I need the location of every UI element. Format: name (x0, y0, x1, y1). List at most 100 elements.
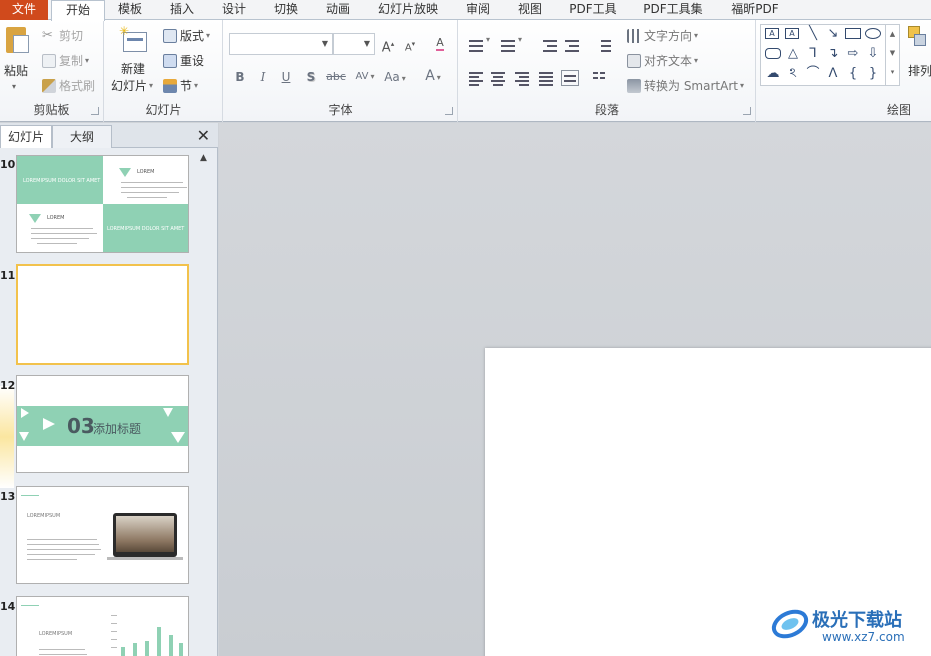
tab-slideshow[interactable]: 幻灯片放映 (370, 0, 446, 20)
close-icon[interactable]: ✕ (197, 126, 210, 145)
numbering-dropdown-icon[interactable]: ▾ (518, 35, 522, 44)
paste-dropdown-icon[interactable]: ▾ (12, 82, 16, 91)
tab-slides[interactable]: 幻灯片 (0, 125, 52, 148)
freeform-shape-icon[interactable]: ঽ (785, 67, 801, 81)
slide-thumbnail-12[interactable]: 03 添加标题 (16, 375, 189, 473)
paragraph-label: 段落 (594, 103, 619, 117)
curve-shape-icon[interactable]: ᐱ (825, 67, 841, 81)
right-arrow-shape-icon[interactable]: ⇨ (845, 47, 861, 61)
triangle-icon (171, 432, 185, 443)
tab-review[interactable]: 审阅 (456, 0, 500, 20)
grow-font-button[interactable]: A▴ (378, 35, 398, 55)
shapes-gallery[interactable]: A A ╲ ↘ △ ⅂ ↴ ⇨ ⇩ ☁ ঽ ⌒ ᐱ { } ▲ ▼ ▾ (760, 24, 900, 86)
bullets-dropdown-icon[interactable]: ▾ (486, 35, 490, 44)
line-shape-icon[interactable]: ╲ (805, 27, 821, 41)
oval-shape-icon[interactable] (865, 28, 881, 39)
tab-home[interactable]: 开始 (51, 0, 105, 21)
slide-thumbnail-11[interactable] (16, 264, 189, 365)
paragraph-launcher-icon[interactable] (743, 107, 751, 115)
new-slide-dropdown[interactable]: 幻灯片 ▾ (111, 77, 153, 94)
clear-format-button[interactable]: A (430, 34, 450, 52)
tab-pdf-tools[interactable]: PDF工具 (562, 0, 624, 20)
slides-label: 幻灯片 (145, 103, 182, 117)
new-slide-icon[interactable]: ✳ (119, 25, 149, 54)
decrease-indent-button[interactable] (541, 37, 559, 53)
scroll-up-icon[interactable]: ▲ (200, 153, 207, 163)
arrow-line-shape-icon[interactable]: ↘ (825, 27, 841, 41)
tab-foxit-pdf[interactable]: 福昕PDF (722, 0, 788, 20)
align-center-button[interactable] (489, 70, 507, 86)
reset-button[interactable]: 重设 (163, 52, 204, 69)
distribute-button[interactable] (561, 70, 579, 86)
change-case-button[interactable]: Aa ▾ (382, 68, 408, 86)
line-spacing-button[interactable] (595, 37, 613, 53)
left-brace-shape-icon[interactable]: { (845, 67, 861, 81)
bar (133, 643, 137, 656)
tab-template[interactable]: 模板 (108, 0, 152, 20)
arrange-button[interactable]: 排列 (908, 62, 931, 79)
down-arrow-shape-icon[interactable]: ⇩ (865, 47, 881, 61)
gallery-scroll[interactable]: ▲ ▼ ▾ (885, 25, 899, 85)
elbow-connector-shape-icon[interactable]: ⅂ (805, 47, 821, 61)
align-right-button[interactable] (513, 70, 531, 86)
cut-button[interactable]: ✂ 剪切 (42, 27, 83, 44)
tab-file[interactable]: 文件 (0, 0, 48, 20)
axis-tick (111, 631, 117, 632)
strikethrough-button[interactable]: abc (324, 68, 348, 86)
tab-insert[interactable]: 插入 (160, 0, 204, 20)
tab-transitions[interactable]: 切换 (264, 0, 308, 20)
slide-thumbnail-13[interactable]: LOREMIPSUM (16, 486, 189, 584)
elbow-arrow-shape-icon[interactable]: ↴ (825, 47, 841, 61)
numbering-button[interactable] (499, 37, 517, 53)
bullets-button[interactable] (467, 37, 485, 53)
text-line (121, 187, 187, 188)
triangle-icon (21, 408, 29, 418)
slide-thumbnail-14[interactable]: LOREMIPSUM (16, 596, 189, 656)
chevron-down-icon[interactable]: ▼ (318, 34, 332, 54)
shrink-font-button[interactable]: A▾ (400, 35, 420, 53)
vertical-textbox-shape-icon[interactable]: A (785, 28, 799, 39)
arrange-icon[interactable] (906, 24, 928, 50)
shadow-button[interactable]: S (301, 68, 321, 86)
columns-button[interactable] (591, 70, 609, 86)
triangle-shape-icon[interactable]: △ (785, 47, 801, 61)
char-spacing-button[interactable]: AV ▾ (352, 68, 378, 86)
new-slide-button[interactable]: 新建 (121, 60, 145, 77)
paste-icon[interactable] (4, 25, 30, 55)
clipboard-launcher-icon[interactable] (91, 107, 99, 115)
align-left-button[interactable] (467, 70, 485, 86)
textbox-shape-icon[interactable]: A (765, 28, 779, 39)
italic-button[interactable]: I (253, 68, 273, 86)
panel-scrollbar[interactable]: ▲ (197, 149, 214, 656)
tab-animations[interactable]: 动画 (316, 0, 360, 20)
text-line (31, 238, 89, 239)
layout-button[interactable]: 版式 ▾ (163, 27, 210, 44)
right-brace-shape-icon[interactable]: } (865, 67, 881, 81)
paste-button[interactable]: 粘贴 (4, 62, 28, 79)
underline-button[interactable]: U (276, 68, 296, 86)
bold-button[interactable]: B (230, 68, 250, 86)
font-color-button[interactable]: A ▾ (420, 67, 446, 85)
tab-design[interactable]: 设计 (212, 0, 256, 20)
chevron-down-icon[interactable]: ▼ (360, 34, 374, 54)
copy-button[interactable]: 复制 ▾ (42, 52, 89, 69)
tab-view[interactable]: 视图 (508, 0, 552, 20)
tab-pdf-toolset[interactable]: PDF工具集 (636, 0, 710, 20)
increase-indent-button[interactable] (563, 37, 581, 53)
slide-thumbnail-10[interactable]: LOREMIPSUM DOLOR SIT AMET LOREM LOREM LO… (16, 155, 189, 253)
arc-shape-icon[interactable]: ⌒ (805, 67, 821, 81)
format-painter-button[interactable]: 格式刷 (42, 77, 95, 94)
text-direction-button[interactable]: 文字方向 ▾ (627, 27, 698, 44)
justify-button[interactable] (537, 70, 555, 86)
font-size-combo[interactable]: ▼ (333, 33, 375, 55)
rectangle-shape-icon[interactable] (845, 28, 861, 39)
section-button[interactable]: 节 ▾ (163, 77, 198, 94)
smartart-button[interactable]: 转换为 SmartArt ▾ (627, 77, 744, 94)
cloud-shape-icon[interactable]: ☁ (765, 67, 781, 81)
font-launcher-icon[interactable] (445, 107, 453, 115)
align-text-button[interactable]: 对齐文本 ▾ (627, 52, 698, 69)
font-name-combo[interactable]: ▼ (229, 33, 333, 55)
rounded-rect-shape-icon[interactable] (765, 48, 781, 59)
ribbon-tab-bar: 文件 开始 模板 插入 设计 切换 动画 幻灯片放映 审阅 视图 PDF工具 P… (0, 0, 931, 21)
tab-outline[interactable]: 大纲 (52, 125, 112, 148)
